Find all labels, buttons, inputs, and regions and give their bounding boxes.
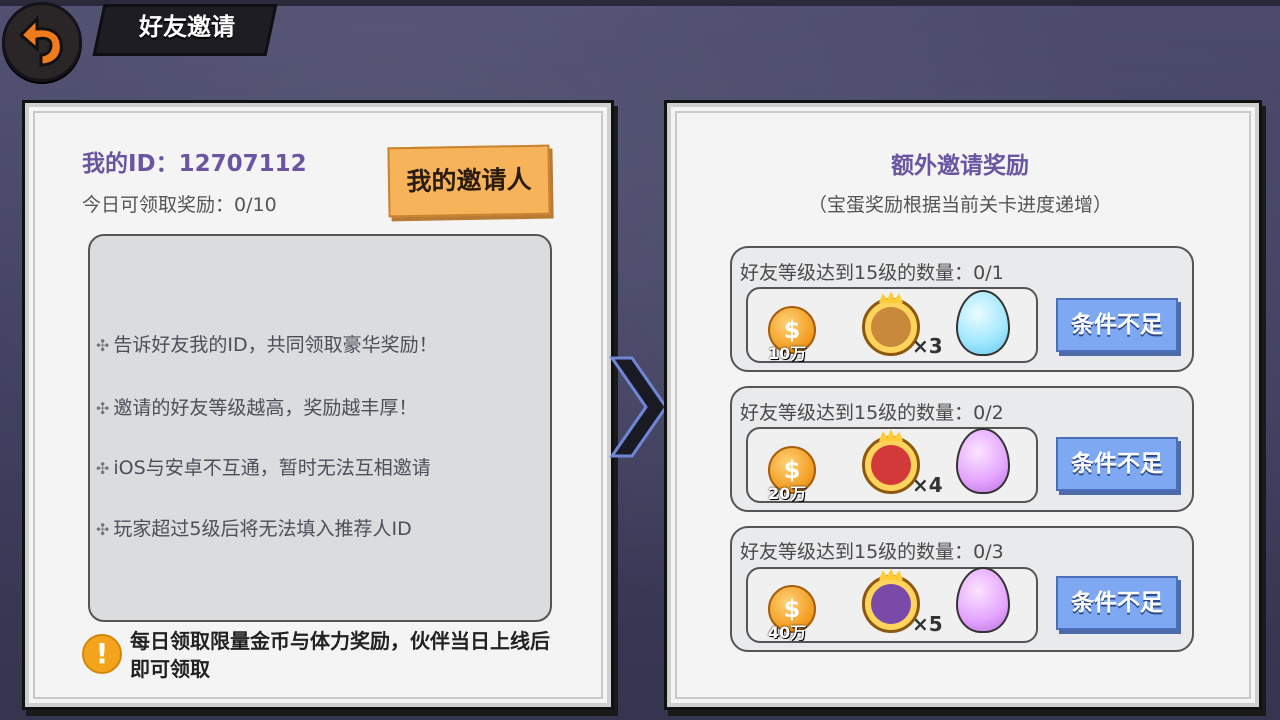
hero-quantity: ×3 [912, 334, 943, 358]
reward-condition-label: 好友等级达到15级的数量：0/1 [740, 262, 1004, 284]
chevron-right-icon [609, 356, 668, 458]
back-arrow-icon [18, 15, 63, 67]
hero-quantity: ×4 [912, 473, 943, 497]
tip-item: ✣ 玩家超过5级后将无法填入推荐人ID [96, 518, 412, 540]
back-button[interactable] [2, 2, 82, 82]
reward-condition-label: 好友等级达到15级的数量：0/3 [740, 541, 1004, 563]
warning-icon: ! [82, 634, 122, 674]
tips-box [88, 234, 552, 622]
condition-not-met-button[interactable]: 条件不足 [1056, 437, 1178, 491]
reward-condition-label: 好友等级达到15级的数量：0/2 [740, 402, 1004, 424]
today-reward-count: 今日可领取奖励：0/10 [82, 194, 277, 216]
sparkle-icon: ✣ [96, 459, 110, 478]
sparkle-icon: ✣ [96, 336, 110, 355]
tip-item: ✣ 告诉好友我的ID，共同领取豪华奖励！ [96, 334, 438, 356]
extra-reward-subtitle: （宝蛋奖励根据当前关卡进度递增） [807, 194, 1112, 216]
hero-quantity: ×5 [912, 612, 943, 636]
sparkle-icon: ✣ [96, 399, 110, 418]
coin-amount: 10万 [768, 344, 807, 363]
my-inviter-button[interactable]: 我的邀请人 [387, 144, 551, 218]
sparkle-icon: ✣ [96, 520, 110, 539]
extra-reward-title: 额外邀请奖励 [891, 153, 1029, 179]
condition-not-met-button[interactable]: 条件不足 [1056, 298, 1178, 352]
my-id-text: 我的ID：12707112 [82, 151, 307, 177]
notice-text: 每日领取限量金币与体力奖励，伙伴当日上线后即可领取 [130, 629, 550, 681]
coin-amount: 20万 [768, 484, 807, 503]
tip-item: ✣ 邀请的好友等级越高，奖励越丰厚！ [96, 397, 418, 419]
condition-not-met-button[interactable]: 条件不足 [1056, 576, 1178, 630]
page-title: 好友邀请 [139, 13, 235, 41]
tip-item: ✣ iOS与安卓不互通，暂时无法互相邀请 [96, 457, 431, 479]
coin-amount: 40万 [768, 623, 807, 642]
